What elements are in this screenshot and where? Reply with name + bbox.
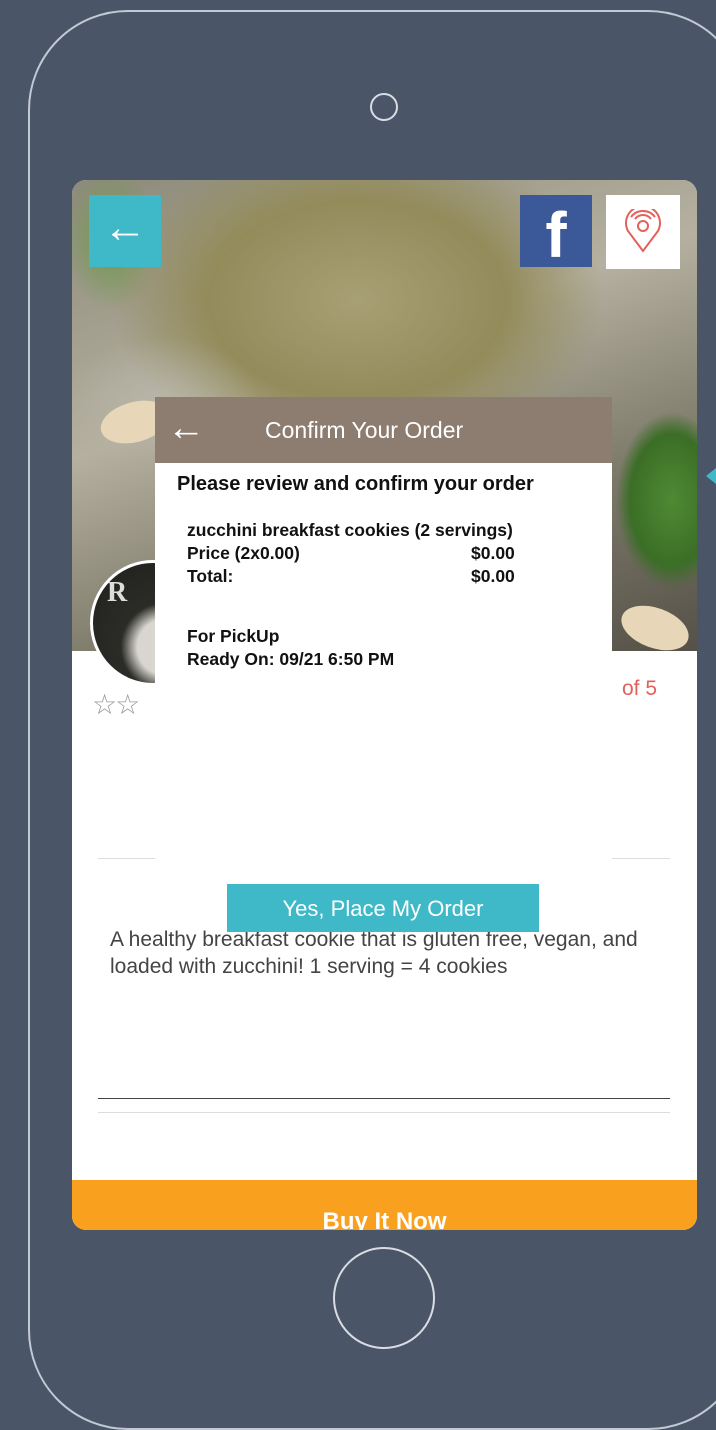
- facebook-share-button[interactable]: f: [520, 195, 592, 271]
- rating-stars[interactable]: ☆☆: [92, 688, 140, 721]
- side-arrow-icon: [706, 468, 716, 484]
- buy-it-now-button[interactable]: Buy It Now: [72, 1180, 697, 1230]
- pickup-info: For PickUp Ready On: 09/21 6:50 PM: [187, 626, 394, 672]
- order-summary: zucchini breakfast cookies (2 servings) …: [187, 520, 597, 589]
- confirm-order-dialog: ← Confirm Your Order Please review and c…: [155, 397, 612, 861]
- rating-text: of 5: [621, 677, 657, 700]
- price-value: $0.00: [471, 543, 515, 563]
- order-price-row: Price (2x0.00) $0.00: [187, 543, 515, 563]
- dialog-back-button[interactable]: ←: [167, 405, 205, 451]
- place-order-button[interactable]: Yes, Place My Order: [227, 884, 539, 932]
- ready-on: Ready On: 09/21 6:50 PM: [187, 649, 395, 669]
- location-pin-icon: [625, 209, 661, 253]
- divider: [98, 1112, 670, 1113]
- order-item: zucchini breakfast cookies (2 servings): [187, 520, 513, 540]
- arrow-left-icon: ←: [167, 407, 205, 449]
- fulfillment-method: For PickUp: [187, 626, 280, 646]
- dialog-intro: Please review and confirm your order: [177, 473, 534, 495]
- back-button[interactable]: ←: [89, 195, 161, 267]
- divider: [98, 1098, 670, 1099]
- dialog-header: ← Confirm Your Order: [155, 397, 612, 463]
- cashew-decoration: [615, 597, 695, 659]
- dialog-title: Confirm Your Order: [265, 417, 464, 443]
- facebook-icon: f: [545, 199, 567, 271]
- total-value: $0.00: [471, 566, 515, 586]
- home-button[interactable]: [333, 1247, 435, 1349]
- camera-icon: [370, 93, 398, 121]
- order-total-row: Total: $0.00: [187, 566, 515, 586]
- avatar-text: R: [107, 577, 128, 608]
- location-button[interactable]: [606, 195, 680, 269]
- product-description: A healthy breakfast cookie that is glute…: [110, 928, 638, 978]
